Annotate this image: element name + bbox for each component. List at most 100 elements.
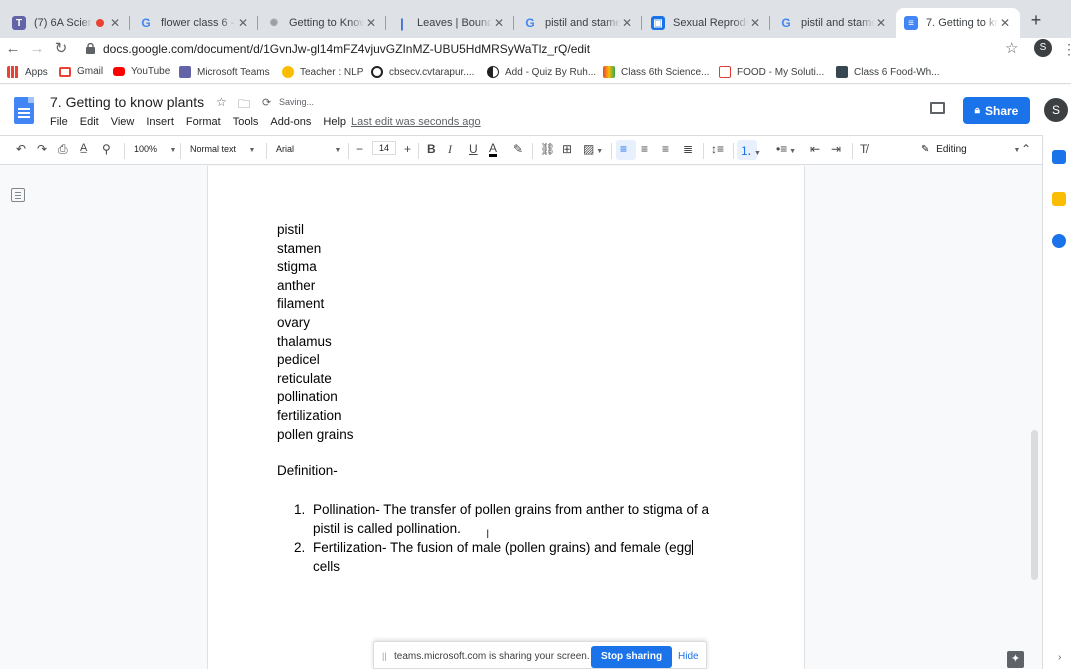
url-field[interactable]: docs.google.com/document/d/1GvnJw-gl14mF… xyxy=(103,42,590,56)
insert-image-icon[interactable]: ▨ ▼ xyxy=(583,142,603,156)
print-icon[interactable]: ⎙ xyxy=(58,142,68,157)
reload-button[interactable]: ↻ xyxy=(51,39,71,59)
new-tab-button[interactable]: + xyxy=(1027,10,1045,32)
bookmark-apps[interactable]: Apps xyxy=(7,66,48,78)
bulleted-list-icon[interactable]: •≡ ▼ xyxy=(776,142,796,156)
bookmark-class6-science[interactable]: Class 6th Science... xyxy=(603,66,709,78)
bookmark-food[interactable]: FOOD - My Soluti... xyxy=(719,66,824,78)
browser-menu-icon[interactable]: ⋮ xyxy=(1062,41,1071,58)
stop-sharing-button[interactable]: Stop sharing xyxy=(591,646,672,668)
paragraph-style-select[interactable]: Normal text ▼ xyxy=(190,144,255,154)
menu-help[interactable]: Help xyxy=(323,116,346,128)
bookmark-class6-food[interactable]: Class 6 Food-Wh... xyxy=(836,66,940,78)
align-center-icon[interactable]: ≡ xyxy=(641,142,648,156)
last-edit-link[interactable]: Last edit was seconds ago xyxy=(351,116,481,128)
tasks-icon[interactable] xyxy=(1052,234,1066,248)
hide-button[interactable]: Hide xyxy=(678,651,699,662)
vertical-scrollbar[interactable] xyxy=(1031,430,1038,580)
close-icon[interactable]: ✕ xyxy=(108,16,122,30)
bookmark-cbsecv[interactable]: cbsecv.cvtarapur.... xyxy=(371,66,474,78)
justify-icon[interactable]: ≣ xyxy=(683,142,693,156)
bold-button[interactable]: B xyxy=(427,142,436,156)
bookmark-star-icon[interactable]: ☆ xyxy=(1005,39,1018,57)
calendar-icon[interactable] xyxy=(1052,150,1066,164)
tab-flower-class[interactable]: G flower class 6 - G ✕ xyxy=(131,8,258,38)
text-color-button[interactable]: A xyxy=(489,142,498,157)
tab-getting-to-know[interactable]: ✺ Getting to Know P ✕ xyxy=(259,8,386,38)
drag-handle-icon[interactable]: || xyxy=(382,651,387,661)
youtube-icon xyxy=(113,67,125,76)
highlight-color-icon[interactable]: ✎ xyxy=(513,142,523,156)
bookmark-youtube[interactable]: YouTube xyxy=(113,66,170,77)
comment-history-icon[interactable] xyxy=(930,102,945,114)
menu-addons[interactable]: Add-ons xyxy=(270,116,311,128)
globe-icon xyxy=(371,66,383,78)
tab-pistil-stamen-1[interactable]: G pistil and stamen ✕ xyxy=(515,8,642,38)
link-icon[interactable]: ⛓ xyxy=(540,142,555,156)
docs-logo-icon[interactable] xyxy=(14,97,34,124)
bookmark-teacher-nlp[interactable]: Teacher : NLP xyxy=(282,66,363,78)
menu-insert[interactable]: Insert xyxy=(146,116,174,128)
redo-icon[interactable]: ↷ xyxy=(37,142,47,156)
move-folder-icon[interactable]: 🗀 xyxy=(238,95,250,116)
bookmark-quiz[interactable]: Add - Quiz By Ruh... xyxy=(487,66,596,78)
explore-icon[interactable]: ✦ xyxy=(1007,651,1024,668)
menu-file[interactable]: File xyxy=(50,116,68,128)
editing-mode-select[interactable]: ✎ Editing ▼ xyxy=(921,144,1020,155)
bookmark-teams[interactable]: Microsoft Teams xyxy=(179,66,270,78)
document-outline-icon[interactable] xyxy=(11,188,25,202)
close-icon[interactable]: ✕ xyxy=(364,16,378,30)
undo-icon[interactable]: ↶ xyxy=(16,142,26,156)
decrease-font-size-button[interactable]: − xyxy=(356,142,363,156)
share-label: Share xyxy=(984,103,1019,118)
font-select[interactable]: Arial ▼ xyxy=(276,144,341,154)
spellcheck-icon[interactable]: A̲ xyxy=(80,142,87,154)
align-left-icon[interactable]: ≡ xyxy=(620,142,627,156)
line-spacing-icon[interactable]: ↕≡ xyxy=(711,142,724,156)
back-button[interactable]: ← xyxy=(3,39,23,59)
decrease-indent-icon[interactable]: ⇤ xyxy=(810,142,820,156)
increase-font-size-button[interactable]: + xyxy=(404,142,411,156)
italic-button[interactable]: I xyxy=(448,142,452,157)
tab-teams[interactable]: T (7) 6A Science ✕ xyxy=(4,8,130,38)
zoom-select[interactable]: 100% ▼ xyxy=(134,144,176,154)
browser-profile-avatar[interactable]: S xyxy=(1034,39,1052,57)
close-icon[interactable]: ✕ xyxy=(998,16,1012,30)
paint-format-icon[interactable]: ⚲ xyxy=(102,142,111,156)
align-right-icon[interactable]: ≡ xyxy=(662,142,669,156)
tab-title: (7) 6A Science xyxy=(34,17,92,29)
font-size-input[interactable]: 14 xyxy=(372,141,397,155)
increase-indent-icon[interactable]: ⇥ xyxy=(831,142,841,156)
close-icon[interactable]: ✕ xyxy=(492,16,506,30)
close-icon[interactable]: ✕ xyxy=(748,16,762,30)
chevron-down-icon: ▼ xyxy=(334,147,342,154)
tab-getting-to-know-plants[interactable]: ≡ 7. Getting to know ✕ xyxy=(896,8,1020,38)
menu-edit[interactable]: Edit xyxy=(80,116,99,128)
underline-button[interactable]: U xyxy=(469,142,478,156)
document-title[interactable]: 7. Getting to know plants xyxy=(50,94,204,110)
close-icon[interactable]: ✕ xyxy=(236,16,250,30)
add-comment-icon[interactable]: ⊞ xyxy=(562,142,572,156)
menu-format[interactable]: Format xyxy=(186,116,221,128)
share-button[interactable]: 🔒︎ Share xyxy=(963,97,1030,124)
collapse-menu-icon[interactable]: ⌃ xyxy=(1021,142,1031,156)
bookmark-gmail[interactable]: Gmail xyxy=(59,66,103,77)
menu-view[interactable]: View xyxy=(111,116,135,128)
definition-list: 1. Pollination- The transfer of pollen g… xyxy=(294,500,734,576)
tab-title: Getting to Know P xyxy=(289,17,364,29)
close-icon[interactable]: ✕ xyxy=(874,16,888,30)
tab-sexual-reproduction[interactable]: ▣ Sexual Reproducti ✕ xyxy=(643,8,770,38)
tab-pistil-stamen-2[interactable]: G pistil and stamen ✕ xyxy=(771,8,896,38)
clear-formatting-icon[interactable]: T̸ xyxy=(860,142,867,156)
tab-leaves-boundless[interactable]: | Leaves | Boundless ✕ xyxy=(387,8,514,38)
star-icon[interactable]: ☆ xyxy=(216,95,227,109)
account-avatar[interactable]: S xyxy=(1044,98,1068,122)
word-item: pollen grains xyxy=(277,426,354,442)
expand-panel-icon[interactable]: › xyxy=(1058,652,1061,663)
menu-tools[interactable]: Tools xyxy=(233,116,259,128)
forward-button[interactable]: → xyxy=(27,39,47,59)
close-icon[interactable]: ✕ xyxy=(620,16,634,30)
numbered-list-icon[interactable]: ⒈ ▼ xyxy=(740,142,761,159)
keep-icon[interactable] xyxy=(1052,192,1066,206)
bookmark-label: YouTube xyxy=(131,66,171,77)
